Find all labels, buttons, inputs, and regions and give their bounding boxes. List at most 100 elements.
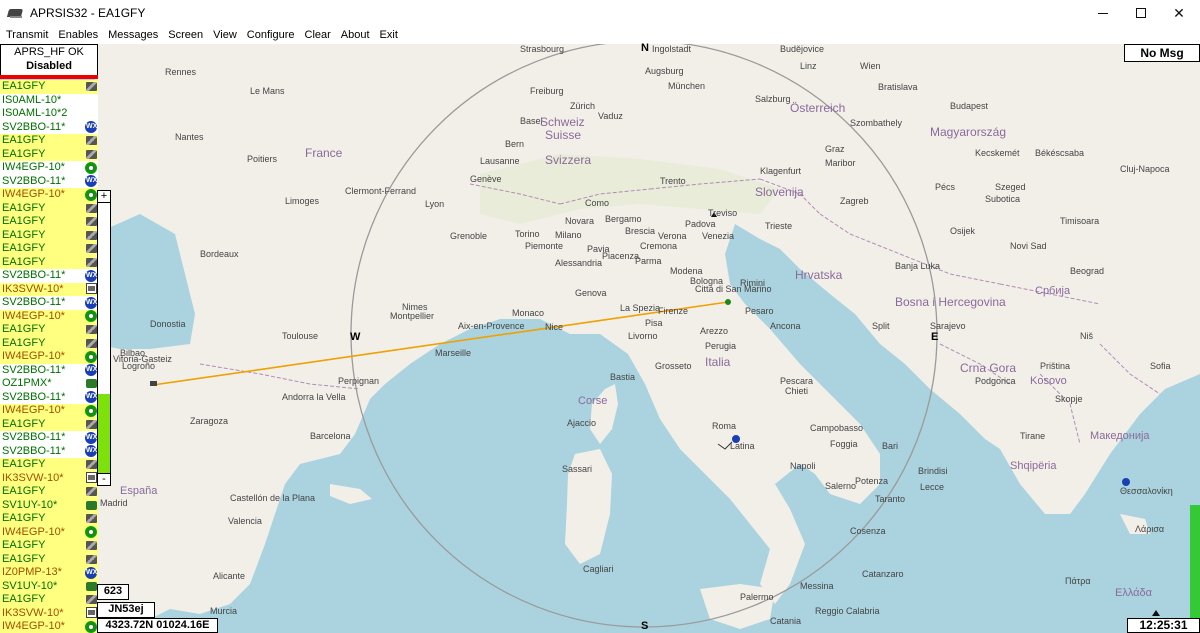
map-label: Napoli bbox=[790, 461, 816, 471]
station-row[interactable]: IZ0PMP-13* bbox=[0, 566, 98, 580]
station-row[interactable]: EA1GFY bbox=[0, 593, 98, 607]
map-label: Grosseto bbox=[655, 361, 692, 371]
map-label: Foggia bbox=[830, 439, 858, 449]
station-callsign: EA1GFY bbox=[2, 336, 46, 349]
map-label: Taranto bbox=[875, 494, 905, 504]
station-row[interactable]: IS0AML-10*2 bbox=[0, 107, 98, 121]
map-label: Pisa bbox=[645, 318, 663, 328]
station-marker-greece[interactable] bbox=[1122, 478, 1130, 486]
digi-icon bbox=[85, 310, 97, 322]
station-row[interactable]: IW4EGP-10* bbox=[0, 309, 98, 323]
station-row[interactable]: SV2BBO-11* bbox=[0, 269, 98, 283]
station-row[interactable]: EA1GFY bbox=[0, 134, 98, 148]
map-label: Suisse bbox=[545, 128, 581, 142]
menu-view[interactable]: View bbox=[208, 29, 242, 41]
menu-messages[interactable]: Messages bbox=[103, 29, 163, 41]
station-row[interactable]: IK3SVW-10* bbox=[0, 471, 98, 485]
station-row[interactable]: EA1GFY bbox=[0, 336, 98, 350]
station-row[interactable]: IW4EGP-10* bbox=[0, 161, 98, 175]
map-label: Cremona bbox=[640, 241, 677, 251]
close-icon: ✕ bbox=[1173, 4, 1185, 21]
map-label: Ελλάδα bbox=[1115, 587, 1153, 599]
menu-enables[interactable]: Enables bbox=[53, 29, 103, 41]
menu-screen[interactable]: Screen bbox=[163, 29, 208, 41]
station-row[interactable]: EA1GFY bbox=[0, 228, 98, 242]
map-label: Македонија bbox=[1090, 430, 1150, 442]
station-scroll-bar[interactable]: + - bbox=[97, 190, 111, 486]
station-row[interactable]: EA1GFY bbox=[0, 215, 98, 229]
station-row[interactable]: IS0AML-10* bbox=[0, 93, 98, 107]
map-canvas[interactable]: Rennes Le Mans Nantes Poitiers France Li… bbox=[0, 44, 1200, 633]
map-label: Madrid bbox=[100, 498, 128, 508]
station-row[interactable]: IK3SVW-10* bbox=[0, 606, 98, 620]
station-row[interactable]: EA1GFY bbox=[0, 539, 98, 553]
station-callsign: IK3SVW-10* bbox=[2, 606, 64, 619]
map-label: Sofia bbox=[1150, 361, 1171, 371]
menu-configure[interactable]: Configure bbox=[242, 29, 300, 41]
station-row[interactable]: EA1GFY bbox=[0, 512, 98, 526]
station-row[interactable]: EA1GFY bbox=[0, 458, 98, 472]
map-label: Slovenija bbox=[755, 185, 804, 199]
station-row[interactable]: EA1GFY bbox=[0, 485, 98, 499]
map-label: Marseille bbox=[435, 348, 471, 358]
station-row[interactable]: SV1UY-10* bbox=[0, 579, 98, 593]
map-label: Hrvatska bbox=[795, 268, 843, 282]
station-row[interactable]: SV2BBO-11* bbox=[0, 444, 98, 458]
map-label: Wien bbox=[860, 61, 881, 71]
station-row[interactable]: EA1GFY bbox=[0, 201, 98, 215]
station-row[interactable]: SV2BBO-11* bbox=[0, 174, 98, 188]
digi-icon bbox=[85, 161, 97, 174]
map-label: Pescara bbox=[780, 376, 813, 386]
station-row[interactable]: EA1GFY bbox=[0, 80, 98, 94]
close-button[interactable]: ✕ bbox=[1156, 0, 1200, 26]
station-row[interactable]: IW4EGP-10* bbox=[0, 525, 98, 539]
station-row[interactable]: IW4EGP-10* bbox=[0, 620, 98, 633]
station-row[interactable]: EA1GFY bbox=[0, 255, 98, 269]
map-label: Poitiers bbox=[247, 154, 278, 164]
station-row[interactable]: IW4EGP-10* bbox=[0, 188, 98, 202]
station-row[interactable]: SV2BBO-11* bbox=[0, 431, 98, 445]
map-label: Palermo bbox=[740, 592, 774, 602]
map-label: Strasbourg bbox=[520, 44, 564, 54]
station-row[interactable]: SV2BBO-11* bbox=[0, 390, 98, 404]
station-row[interactable]: EA1GFY bbox=[0, 552, 98, 566]
menu-exit[interactable]: Exit bbox=[375, 29, 403, 41]
status-box[interactable]: APRS_HF OK Disabled bbox=[0, 44, 98, 76]
message-status[interactable]: No Msg bbox=[1124, 44, 1200, 62]
menu-about[interactable]: About bbox=[336, 29, 375, 41]
station-row[interactable]: SV2BBO-11* bbox=[0, 296, 98, 310]
menu-transmit[interactable]: Transmit bbox=[0, 29, 53, 41]
scroll-minus-button[interactable]: - bbox=[98, 473, 110, 485]
station-row[interactable]: OZ1PMX* bbox=[0, 377, 98, 391]
map-label: Ingolstadt bbox=[652, 44, 692, 54]
station-row[interactable]: IW4EGP-10* bbox=[0, 404, 98, 418]
map-label: Perpignan bbox=[338, 376, 379, 386]
car-icon bbox=[86, 500, 97, 510]
station-row[interactable]: SV1UY-10* bbox=[0, 498, 98, 512]
station-callsign: SV1UY-10* bbox=[2, 579, 58, 592]
station-row[interactable]: EA1GFY bbox=[0, 147, 98, 161]
station-marker-logrono[interactable] bbox=[150, 381, 157, 386]
map-label: Salerno bbox=[825, 481, 856, 491]
station-row[interactable]: EA1GFY bbox=[0, 242, 98, 256]
station-row[interactable]: IK3SVW-10* bbox=[0, 282, 98, 296]
station-row[interactable]: SV2BBO-11* bbox=[0, 120, 98, 134]
station-row[interactable]: IW4EGP-10* bbox=[0, 350, 98, 364]
map-label: Bern bbox=[505, 139, 524, 149]
digi-icon bbox=[85, 526, 97, 538]
menu-clear[interactable]: Clear bbox=[300, 29, 336, 41]
map-view[interactable]: Rennes Le Mans Nantes Poitiers France Li… bbox=[0, 44, 1200, 633]
station-marker-sanmarino[interactable] bbox=[725, 299, 731, 305]
station-row[interactable]: EA1GFY bbox=[0, 323, 98, 337]
map-label: Genève bbox=[470, 174, 502, 184]
map-label: Sarajevo bbox=[930, 321, 966, 331]
station-callsign: IS0AML-10*2 bbox=[2, 107, 68, 119]
map-label: Bosna i Hercegovina bbox=[895, 295, 1006, 309]
station-row[interactable]: EA1GFY bbox=[0, 417, 98, 431]
app-icon bbox=[8, 7, 24, 19]
laptop-icon bbox=[86, 514, 97, 523]
map-label: Piemonte bbox=[525, 241, 563, 251]
station-row[interactable]: SV2BBO-11* bbox=[0, 363, 98, 377]
map-label: Bordeaux bbox=[200, 249, 239, 259]
scroll-plus-button[interactable]: + bbox=[98, 191, 110, 203]
